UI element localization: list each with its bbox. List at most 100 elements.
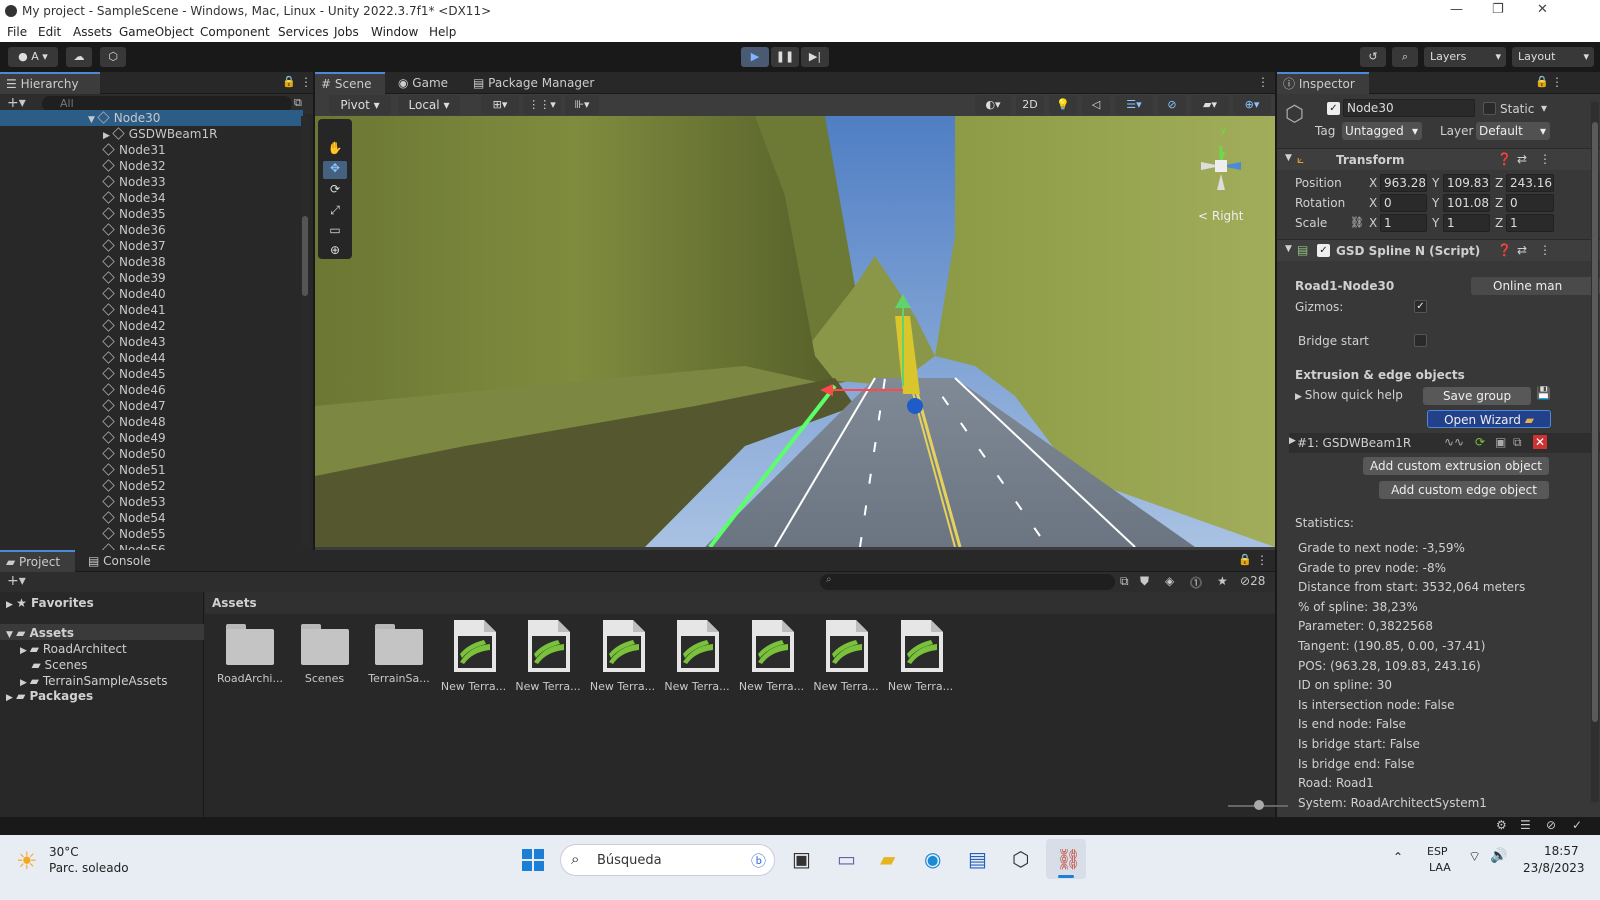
help-icon[interactable]: ❓ — [1497, 243, 1512, 257]
weather-icon[interactable]: ☀ — [16, 847, 38, 875]
hierarchy-row[interactable]: Node48 — [102, 414, 166, 430]
menu-edit[interactable]: Edit — [38, 25, 61, 39]
tab-console[interactable]: ▤ Console — [82, 550, 157, 572]
rotate-tool-icon[interactable]: ⟳ — [323, 182, 347, 200]
tab-package-manager[interactable]: ▤ Package Manager — [467, 72, 600, 94]
hierarchy-row[interactable]: Node34 — [102, 190, 166, 206]
increment-snap-icon[interactable]: ⋮⋮▾ — [523, 95, 561, 115]
weather-temp[interactable]: 30°C — [49, 845, 79, 859]
language-indicator[interactable]: ESP — [1427, 845, 1448, 858]
tab-project[interactable]: ▰ Project — [0, 550, 75, 572]
save-icon[interactable]: 💾 — [1536, 386, 1551, 400]
edge-browser-icon[interactable]: ◉ — [924, 847, 941, 871]
hierarchy-scrollbar[interactable] — [301, 116, 309, 546]
hierarchy-row[interactable]: Node39 — [102, 270, 166, 286]
collab-icon[interactable]: ⬡ — [100, 47, 126, 67]
asset-folder[interactable]: RoadArchi... — [215, 618, 285, 685]
menu-services[interactable]: Services — [278, 25, 329, 39]
check-icon[interactable]: ✓ — [1572, 818, 1582, 832]
transform-tool-icon[interactable]: ⊕ — [323, 243, 347, 259]
hierarchy-row-selected[interactable]: ▼ Node30 — [88, 110, 160, 126]
hierarchy-row[interactable]: Node53 — [102, 494, 166, 510]
hierarchy-row[interactable]: Node42 — [102, 318, 166, 334]
hierarchy-row[interactable]: Node54 — [102, 510, 166, 526]
cache-icon[interactable]: ☰ — [1520, 818, 1531, 832]
more-menu-icon[interactable]: ⋮ — [1257, 75, 1269, 89]
asset-folder[interactable]: Scenes — [290, 618, 360, 685]
hierarchy-row[interactable]: Node43 — [102, 334, 166, 350]
add-edge-button[interactable]: Add custom edge object — [1379, 481, 1549, 499]
hierarchy-row[interactable]: Node51 — [102, 462, 166, 478]
hierarchy-row[interactable]: Node55 — [102, 526, 166, 542]
hierarchy-row[interactable]: Node32 — [102, 158, 166, 174]
hierarchy-row[interactable]: Node41 — [102, 302, 166, 318]
local-dropdown[interactable]: Local ▾ — [398, 95, 460, 115]
menu-help[interactable]: Help — [429, 25, 456, 39]
hierarchy-row[interactable]: Node44 — [102, 350, 166, 366]
delete-icon[interactable]: ✕ — [1533, 435, 1548, 449]
show-quick-help-toggle[interactable]: ▶ Show quick help — [1295, 388, 1403, 402]
taskbar-search-box[interactable]: ⌕ Búsqueda ⓑ — [560, 844, 775, 876]
tab-scene[interactable]: # Scene — [315, 72, 385, 94]
object-name-field[interactable]: Node30 — [1343, 99, 1475, 117]
history-icon[interactable]: ↺ — [1360, 47, 1386, 67]
windows-start-icon[interactable] — [522, 849, 544, 871]
effects-icon[interactable]: ☰▾ — [1115, 95, 1153, 115]
hidden-objects-icon[interactable]: ⊘ — [1158, 95, 1186, 115]
minimize-button[interactable]: — — [1450, 2, 1463, 17]
chat-icon[interactable]: ▭ — [837, 847, 856, 871]
pause-button[interactable]: ❚❚ — [771, 47, 799, 67]
packages-item[interactable]: ▶ ▰ Packages — [6, 689, 93, 703]
hierarchy-row[interactable]: Node40 — [102, 286, 166, 302]
scale-z-field[interactable]: 1 — [1506, 214, 1554, 232]
rect-tool-icon[interactable]: ▭ — [323, 223, 347, 241]
save-group-button[interactable]: Save group — [1423, 387, 1531, 405]
search-by-type-icon[interactable]: ⧉ — [1120, 574, 1129, 589]
assets-root-item[interactable]: ▼ ▰ Assets — [6, 626, 74, 640]
hierarchy-row[interactable]: Node35 — [102, 206, 166, 222]
asset-folder[interactable]: TerrainSa... — [364, 618, 434, 685]
project-search-input[interactable]: ⌕ — [820, 574, 1115, 590]
search-icon[interactable]: ⌕ — [1392, 47, 1418, 67]
maximize-button[interactable]: ❐ — [1492, 2, 1504, 17]
ruler-icon[interactable]: ⊪▾ — [565, 95, 599, 115]
more-menu-icon[interactable]: ⋮ — [1256, 553, 1268, 567]
file-explorer-icon[interactable]: ▰ — [880, 847, 895, 871]
asset-terrain[interactable]: New Terra... — [737, 618, 807, 693]
component-menu-icon[interactable]: ⋮ — [1539, 152, 1551, 166]
language-sub[interactable]: LAA — [1429, 861, 1451, 874]
hierarchy-row[interactable]: Node38 — [102, 254, 166, 270]
asset-terrain[interactable]: New Terra... — [439, 618, 509, 693]
menu-assets[interactable]: Assets — [73, 25, 112, 39]
link-icon[interactable]: ⛓ — [1350, 216, 1364, 229]
gizmos-checkbox[interactable]: ✓ — [1414, 300, 1427, 313]
account-dropdown[interactable]: ● A ▾ — [8, 47, 58, 67]
static-checkbox[interactable] — [1483, 102, 1496, 115]
gizmo-view-label[interactable]: < Right — [1198, 209, 1243, 223]
layout-dropdown[interactable]: Layout ▾ — [1512, 47, 1594, 67]
script-section-header[interactable]: ▼ ▤ ✓ GSD Spline N (Script) ❓ ⇄ ⋮ — [1277, 239, 1600, 261]
layers-dropdown[interactable]: Layers ▾ — [1424, 47, 1506, 67]
tag-icon[interactable]: ◈ — [1165, 574, 1174, 588]
unity-editor-taskbar-button[interactable]: ⛓ — [1046, 839, 1086, 879]
debug-icon[interactable]: ⚙ — [1496, 818, 1507, 832]
layer-dropdown[interactable]: Default ▾ — [1476, 122, 1550, 140]
pivot-dropdown[interactable]: Pivot ▾ — [329, 95, 391, 115]
extrusion-list-item[interactable]: ▶ #1: GSDWBeam1R ∿∿ ⟳ ▣ ⧉ ✕ — [1289, 433, 1600, 453]
asset-terrain[interactable]: New Terra... — [513, 618, 583, 693]
lighting-icon[interactable]: 💡 — [1049, 95, 1077, 115]
task-view-icon[interactable]: ▣ — [792, 847, 811, 871]
breadcrumb-assets[interactable]: Assets — [212, 596, 257, 610]
hierarchy-row[interactable]: Node37 — [102, 238, 166, 254]
preset-icon[interactable]: ⇄ — [1517, 243, 1527, 257]
asset-terrain[interactable]: New Terra... — [886, 618, 956, 693]
hidden-packages-icon[interactable]: ⊘28 — [1240, 574, 1265, 588]
scene-viewport[interactable]: y < Right ✋ ✥ ⟳ ⤢ ▭ ⊕ — [315, 116, 1275, 547]
scale-x-field[interactable]: 1 — [1380, 214, 1427, 232]
star-icon[interactable]: ★ — [1217, 574, 1228, 588]
scale-y-field[interactable]: 1 — [1443, 214, 1490, 232]
save-icon[interactable]: ▣ — [1495, 435, 1506, 449]
hierarchy-row[interactable]: Node50 — [102, 446, 166, 462]
menu-window[interactable]: Window — [371, 25, 418, 39]
scale-tool-icon[interactable]: ⤢ — [323, 203, 347, 221]
